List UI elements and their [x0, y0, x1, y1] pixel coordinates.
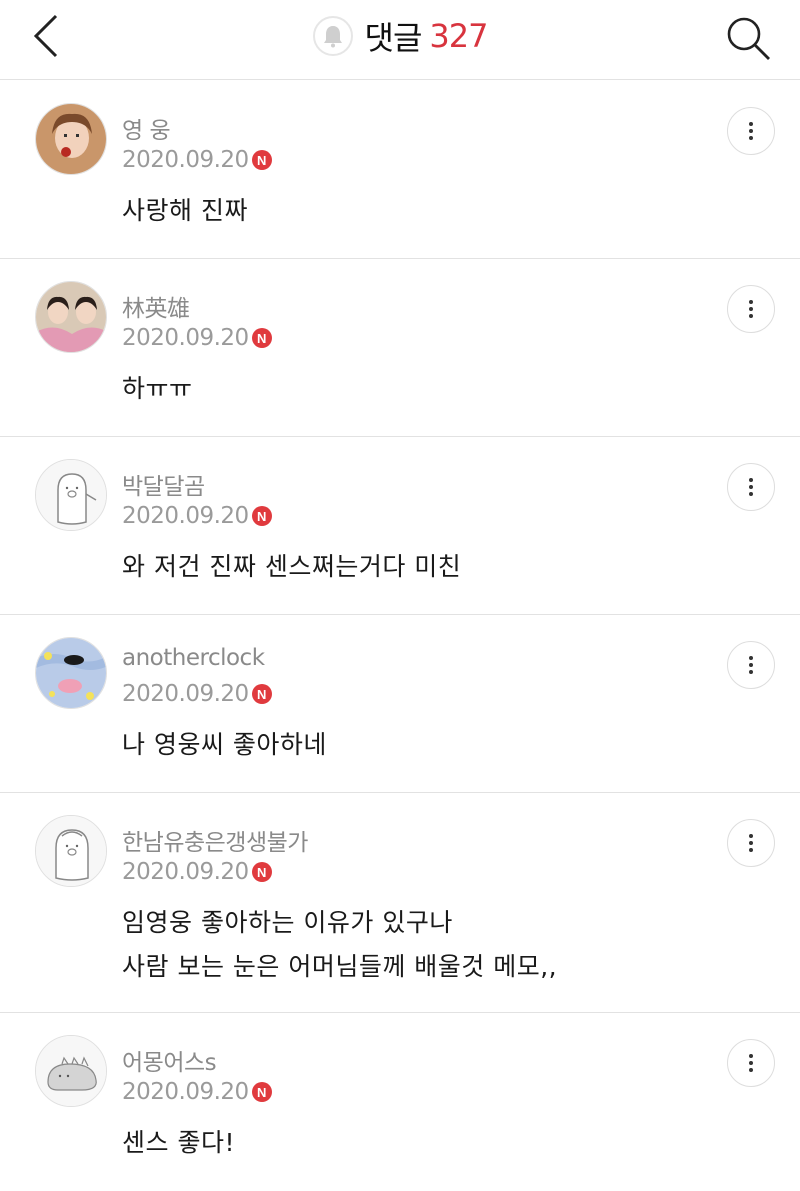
avatar[interactable]: [35, 815, 107, 887]
more-options-button[interactable]: [727, 819, 775, 867]
new-badge: N: [251, 1082, 272, 1102]
comment-text: 임영웅 좋아하는 이유가 있구나: [122, 908, 453, 937]
comment-item: 어몽어스s 2020.09.20 N 센스 좋다!: [0, 1013, 800, 1191]
comment-date: 2020.09.20: [122, 681, 249, 707]
comment-author[interactable]: 영 웅: [122, 111, 171, 145]
search-icon: [727, 17, 770, 60]
avatar[interactable]: [35, 1035, 107, 1107]
dot-icon: [749, 834, 753, 838]
avatar[interactable]: [35, 281, 107, 353]
dot-icon: [749, 307, 753, 311]
comment-item: 영 웅 2020.09.20 N 사랑해 진짜: [0, 81, 800, 259]
comment-item: anotherclock 2020.09.20 N 나 영웅씨 좋아하네: [0, 615, 800, 793]
new-badge: N: [251, 862, 272, 882]
top-bar: 댓글 327: [0, 0, 800, 80]
new-badge: N: [251, 684, 272, 704]
more-options-button[interactable]: [727, 463, 775, 511]
dot-icon: [749, 492, 753, 496]
dot-icon: [749, 670, 753, 674]
dot-icon: [749, 663, 753, 667]
comment-count: 327: [429, 17, 488, 55]
comment-author[interactable]: 어몽어스s: [122, 1043, 217, 1077]
comment-meta: 2020.09.20 N: [122, 147, 272, 173]
dot-icon: [749, 1061, 753, 1065]
comment-text-line-2: 사람 보는 눈은 어머님들께 배울것 메모,,: [122, 952, 558, 981]
comment-text-block: 임영웅 좋아하는 이유가 있구나 사람 보는 눈은 어머님들께 배울것 메모,,: [122, 901, 557, 989]
dot-icon: [749, 841, 753, 845]
comment-text: 사랑해 진짜: [122, 196, 248, 225]
comment-date: 2020.09.20: [122, 1079, 249, 1105]
more-options-button[interactable]: [727, 285, 775, 333]
comment-text: 센스 좋다!: [122, 1128, 235, 1157]
comment-date: 2020.09.20: [122, 147, 249, 173]
comment-meta: 2020.09.20 N: [122, 325, 272, 351]
comment-meta: 2020.09.20 N: [122, 1079, 272, 1105]
avatar[interactable]: [35, 103, 107, 175]
dot-icon: [749, 122, 753, 126]
avatar[interactable]: [35, 459, 107, 531]
dot-icon: [749, 485, 753, 489]
page-title: 댓글: [364, 19, 423, 57]
comment-author[interactable]: 林英雄: [122, 289, 190, 323]
dot-icon: [749, 656, 753, 660]
dot-icon: [749, 129, 753, 133]
search-button[interactable]: [722, 10, 778, 66]
more-options-button[interactable]: [727, 1039, 775, 1087]
dot-icon: [749, 478, 753, 482]
more-options-button[interactable]: [727, 107, 775, 155]
comment-list: 영 웅 2020.09.20 N 사랑해 진짜 林英雄 2020.09.20 N…: [0, 81, 800, 1191]
comment-author[interactable]: 박달달곰: [122, 467, 205, 501]
comment-date: 2020.09.20: [122, 859, 249, 885]
comment-date: 2020.09.20: [122, 325, 249, 351]
comment-meta: 2020.09.20 N: [122, 681, 272, 707]
dot-icon: [749, 1068, 753, 1072]
comment-item: 박달달곰 2020.09.20 N 와 저건 진짜 센스쩌는거다 미친: [0, 437, 800, 615]
new-badge: N: [251, 328, 272, 348]
dot-icon: [749, 848, 753, 852]
more-options-button[interactable]: [727, 641, 775, 689]
comment-date: 2020.09.20: [122, 503, 249, 529]
new-badge: N: [251, 150, 272, 170]
comment-text: 하ㅠㅠ: [122, 374, 193, 403]
dot-icon: [749, 314, 753, 318]
comment-author[interactable]: 한남유충은갱생불가: [122, 823, 308, 857]
comment-text: 와 저건 진짜 센스쩌는거다 미친: [122, 552, 462, 581]
comment-meta: 2020.09.20 N: [122, 503, 272, 529]
bell-icon: [323, 26, 342, 48]
title-group: 댓글 327: [0, 14, 800, 58]
comment-meta: 2020.09.20 N: [122, 859, 272, 885]
dot-icon: [749, 300, 753, 304]
dot-icon: [749, 1054, 753, 1058]
comment-item: 한남유충은갱생불가 2020.09.20 N 임영웅 좋아하는 이유가 있구나 …: [0, 793, 800, 1013]
notification-toggle[interactable]: [312, 16, 353, 56]
comment-item: 林英雄 2020.09.20 N 하ㅠㅠ: [0, 259, 800, 437]
avatar[interactable]: [35, 637, 107, 709]
dot-icon: [749, 136, 753, 140]
new-badge: N: [251, 506, 272, 526]
comment-text: 나 영웅씨 좋아하네: [122, 730, 327, 759]
comment-author[interactable]: anotherclock: [122, 645, 265, 671]
